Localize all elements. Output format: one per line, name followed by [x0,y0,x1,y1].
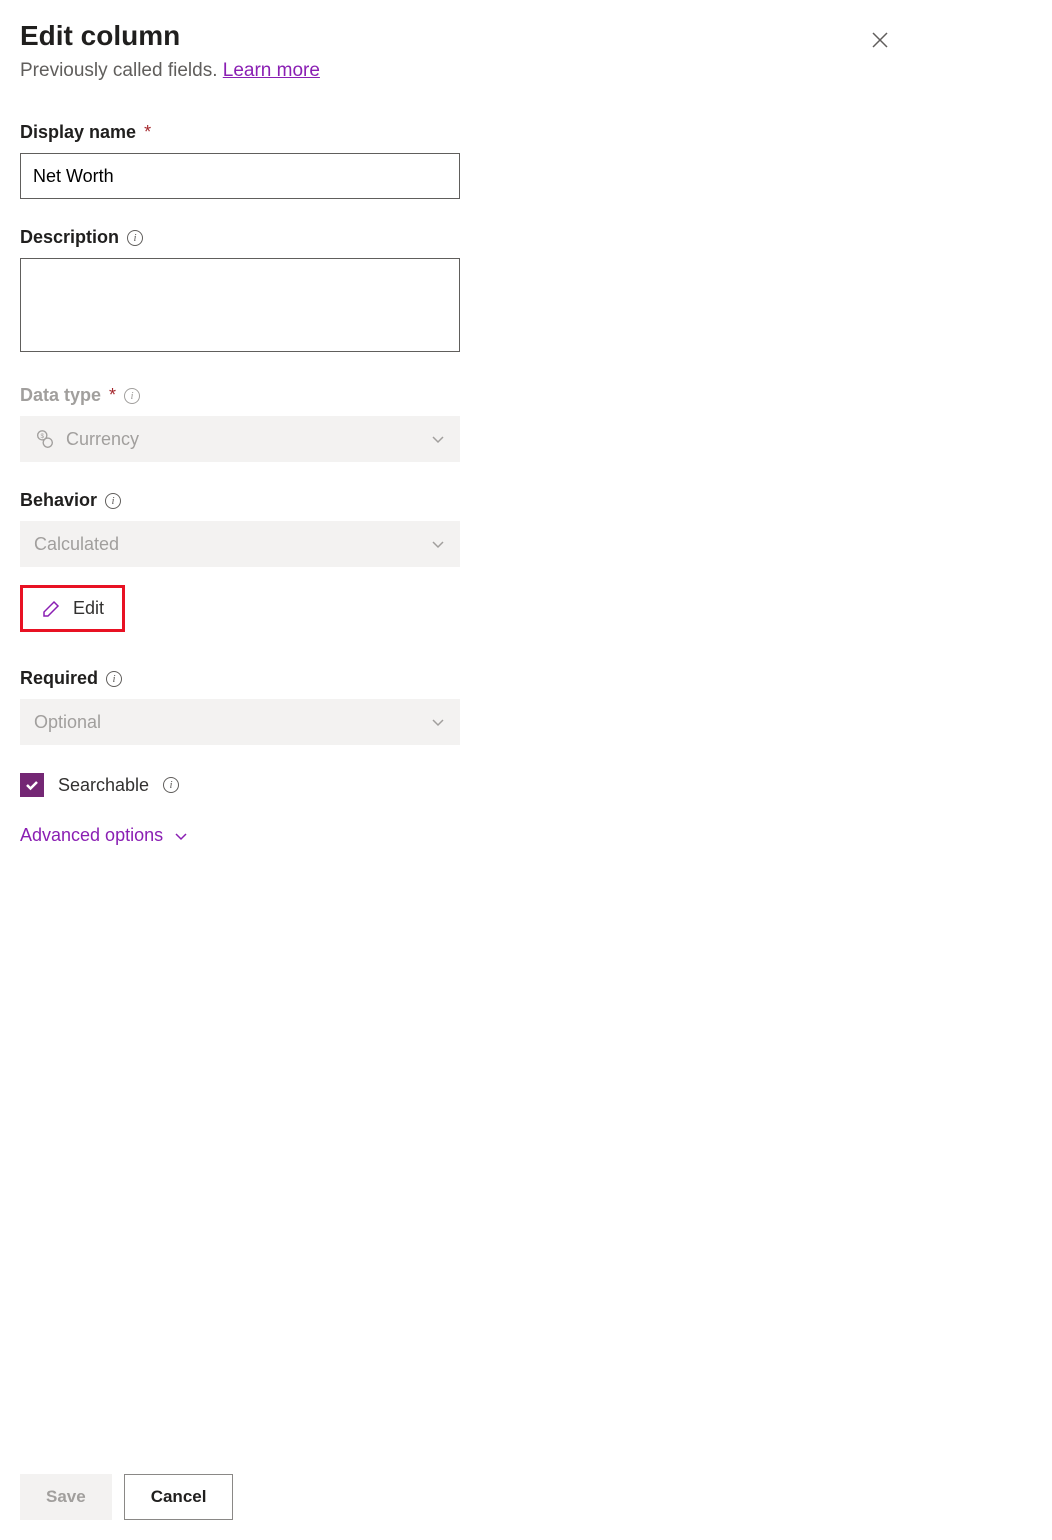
info-icon[interactable]: i [124,388,140,404]
edit-button-label: Edit [73,598,104,619]
save-button[interactable]: Save [20,1474,112,1520]
close-icon[interactable] [868,28,892,52]
description-input[interactable] [20,258,460,352]
display-name-input[interactable] [20,153,460,199]
chevron-down-icon [430,536,446,552]
info-icon[interactable]: i [106,671,122,687]
chevron-down-icon [430,431,446,447]
subtitle-text: Previously called fields. [20,60,223,81]
edit-behavior-button[interactable]: Edit [20,585,125,632]
learn-more-link[interactable]: Learn more [223,60,320,81]
display-name-label-text: Display name [20,122,136,143]
info-icon[interactable]: i [163,777,179,793]
svg-text:$: $ [40,433,44,440]
required-value: Optional [34,712,101,733]
required-asterisk: * [109,385,116,406]
behavior-label-text: Behavior [20,490,97,511]
behavior-select: Calculated [20,521,460,567]
display-name-label: Display name * [20,122,460,143]
behavior-value: Calculated [34,534,119,555]
panel-subtitle: Previously called fields. Learn more [20,60,868,82]
pencil-icon [41,599,61,619]
check-icon [24,777,40,793]
searchable-checkbox[interactable] [20,773,44,797]
panel-title: Edit column [20,20,868,52]
chevron-down-icon [173,828,189,844]
description-label-text: Description [20,227,119,248]
data-type-label-text: Data type [20,385,101,406]
required-asterisk: * [144,122,151,143]
advanced-options-label: Advanced options [20,825,163,846]
advanced-options-toggle[interactable]: Advanced options [20,825,460,846]
data-type-value: Currency [66,429,139,450]
required-label-text: Required [20,668,98,689]
behavior-label: Behavior i [20,490,460,511]
description-label: Description i [20,227,460,248]
currency-icon: $ [34,428,56,450]
data-type-label: Data type * i [20,385,460,406]
cancel-button[interactable]: Cancel [124,1474,234,1520]
searchable-label: Searchable [58,775,149,796]
required-label: Required i [20,668,460,689]
data-type-select: $ Currency [20,416,460,462]
info-icon[interactable]: i [127,230,143,246]
required-select: Optional [20,699,460,745]
chevron-down-icon [430,714,446,730]
info-icon[interactable]: i [105,493,121,509]
